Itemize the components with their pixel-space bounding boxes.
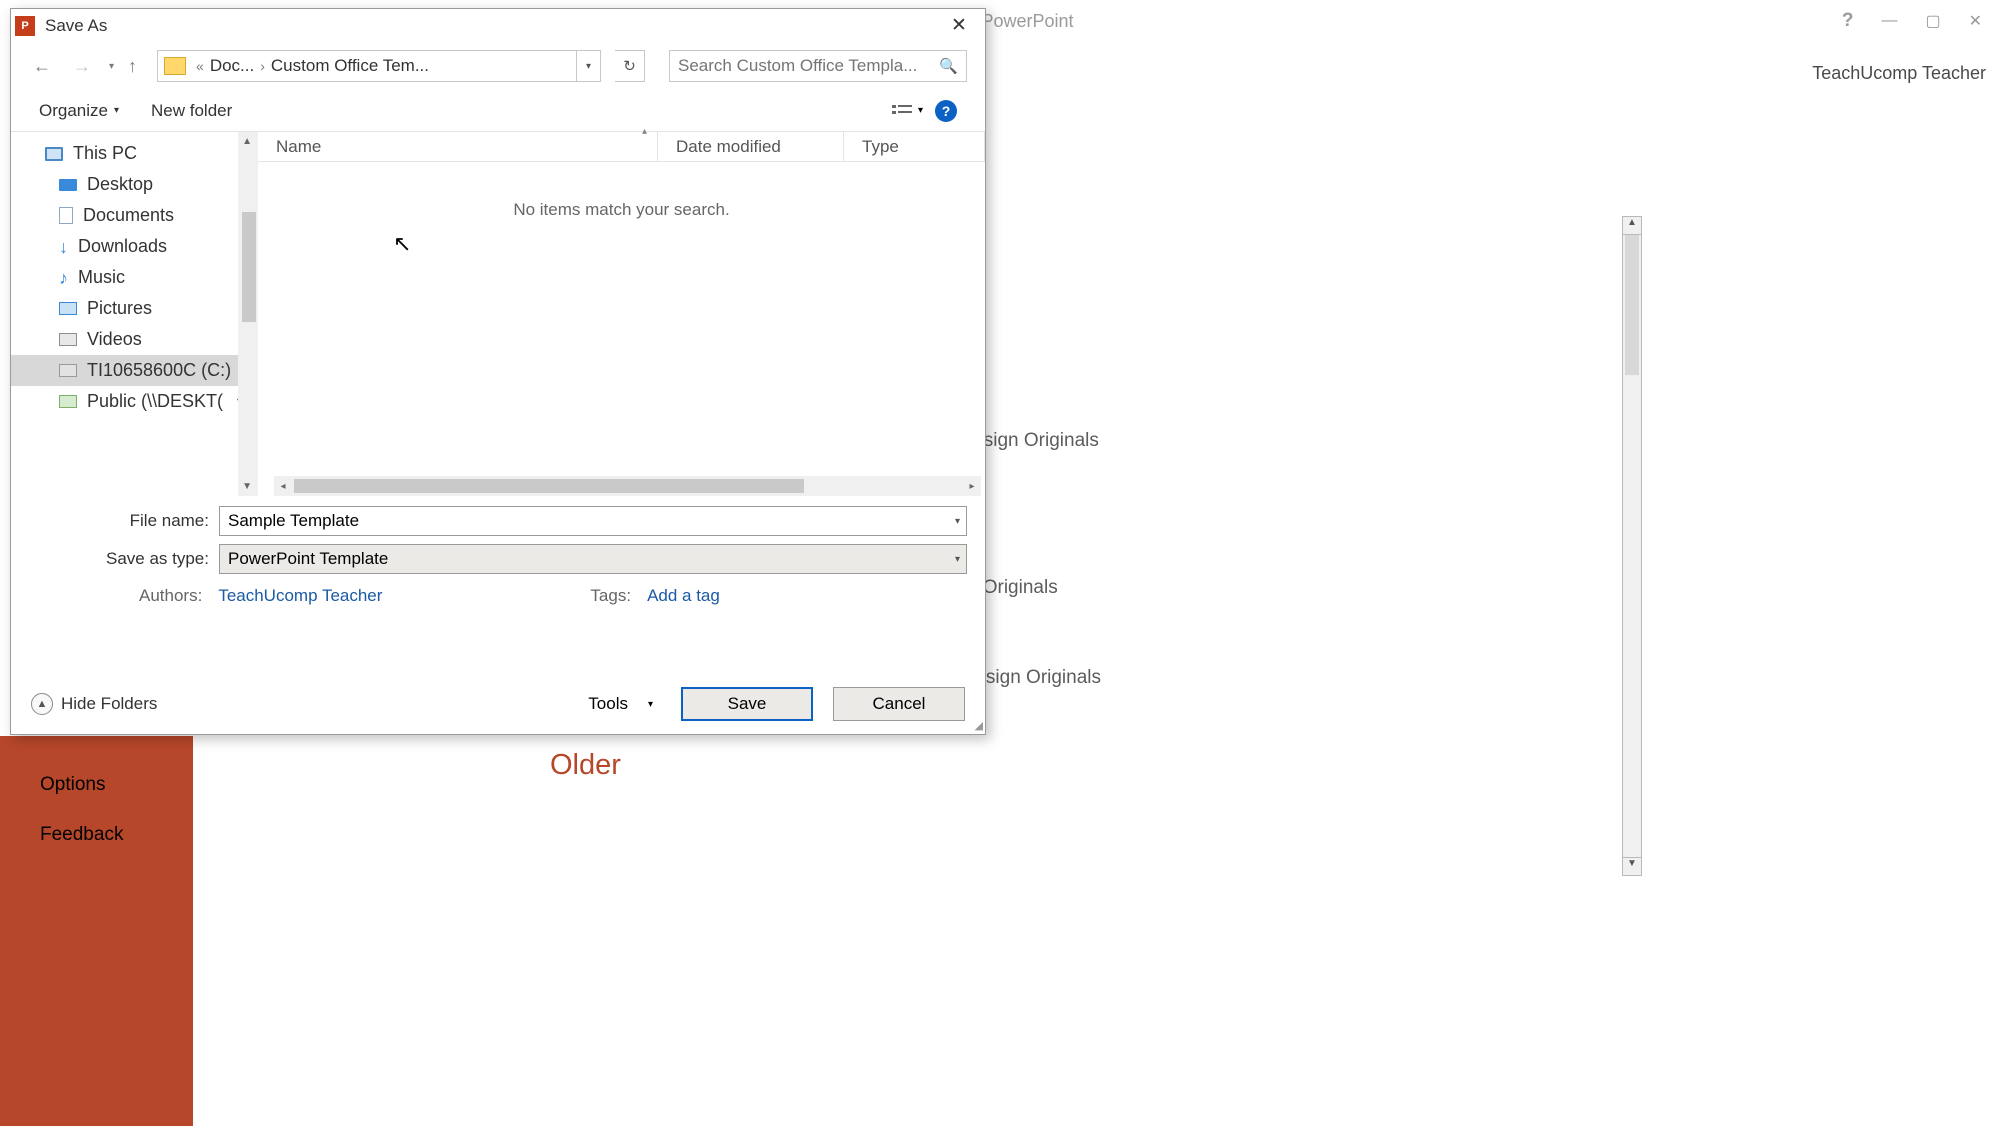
address-dropdown-icon[interactable]: ▾ bbox=[576, 51, 600, 81]
chevron-down-icon: ▾ bbox=[918, 105, 923, 116]
new-folder-button[interactable]: New folder bbox=[151, 101, 232, 121]
tree-item-videos[interactable]: Videos bbox=[11, 324, 258, 355]
tree-list: This PC Desktop Documents ↓Downloads ♪Mu… bbox=[11, 132, 258, 417]
file-name-field[interactable]: Sample Template▾ bbox=[219, 506, 967, 536]
tree-scrollbar[interactable]: ▲ ▼ bbox=[238, 132, 258, 496]
folder-icon bbox=[164, 57, 186, 75]
drive-icon bbox=[59, 364, 77, 377]
collapse-icon: ▲ bbox=[31, 693, 53, 715]
tree-item-documents[interactable]: Documents bbox=[11, 200, 258, 231]
address-bar[interactable]: « Doc... › Custom Office Tem... ▾ bbox=[157, 50, 601, 82]
dialog-body: ▲ ▼ This PC Desktop Documents ↓Downloads… bbox=[11, 132, 985, 496]
sidebar-item-options[interactable]: Options bbox=[0, 760, 193, 810]
file-list: Name▴ Date modified Type No items match … bbox=[258, 132, 985, 496]
organize-button[interactable]: Organize▾ bbox=[39, 101, 119, 121]
hide-folders-button[interactable]: ▲ Hide Folders bbox=[31, 693, 157, 715]
chevron-right-icon[interactable]: › bbox=[256, 58, 269, 74]
help-icon[interactable]: ? bbox=[1842, 10, 1854, 32]
empty-message: No items match your search. bbox=[258, 200, 985, 220]
tree-item-this-pc[interactable]: This PC bbox=[11, 138, 258, 169]
tools-button[interactable]: Tools▾ bbox=[588, 694, 661, 714]
dialog-title: Save As bbox=[45, 16, 107, 36]
column-type[interactable]: Type bbox=[844, 132, 985, 161]
backstage-sidebar: Options Feedback bbox=[0, 736, 193, 1126]
close-window-icon[interactable]: ✕ bbox=[1969, 11, 1982, 31]
network-drive-icon bbox=[59, 395, 77, 408]
chevron-down-icon[interactable]: ▾ bbox=[955, 554, 960, 565]
chevron-down-icon: ▾ bbox=[114, 105, 119, 116]
scroll-right-icon[interactable]: ▸ bbox=[963, 481, 981, 492]
column-name[interactable]: Name▴ bbox=[258, 132, 658, 161]
navigation-row: ← → ▾ ↑ « Doc... › Custom Office Tem... … bbox=[11, 42, 985, 90]
save-type-label: Save as type: bbox=[29, 549, 219, 569]
folder-tree: ▲ ▼ This PC Desktop Documents ↓Downloads… bbox=[11, 132, 258, 496]
save-type-field[interactable]: PowerPoint Template▾ bbox=[219, 544, 967, 574]
sort-asc-icon: ▴ bbox=[642, 126, 647, 137]
column-headers: Name▴ Date modified Type bbox=[258, 132, 985, 162]
view-mode-button[interactable]: ▾ bbox=[892, 103, 923, 119]
powerpoint-icon: P bbox=[15, 16, 35, 36]
authors-label: Authors: bbox=[139, 586, 208, 606]
downloads-icon: ↓ bbox=[59, 240, 68, 254]
search-icon[interactable]: 🔍 bbox=[939, 57, 958, 75]
help-icon[interactable]: ? bbox=[935, 100, 957, 122]
tree-item-desktop[interactable]: Desktop bbox=[11, 169, 258, 200]
documents-icon bbox=[59, 207, 73, 224]
maximize-icon[interactable]: ▢ bbox=[1925, 11, 1940, 31]
cancel-button[interactable]: Cancel bbox=[833, 687, 965, 721]
window-controls: ? — ▢ ✕ bbox=[1842, 10, 2000, 32]
vertical-scrollbar[interactable]: ▲ ▼ bbox=[1622, 216, 1642, 876]
scroll-down-icon[interactable]: ▼ bbox=[242, 481, 252, 492]
search-field[interactable]: 🔍 bbox=[669, 50, 967, 82]
tree-item-downloads[interactable]: ↓Downloads bbox=[11, 231, 258, 262]
save-as-dialog: P Save As ✕ ← → ▾ ↑ « Doc... › Custom Of… bbox=[10, 8, 986, 735]
file-name-label: File name: bbox=[29, 511, 219, 531]
account-name[interactable]: TeachUcomp Teacher bbox=[1812, 63, 1986, 84]
tree-item-drive-c[interactable]: TI10658600C (C:) bbox=[11, 355, 258, 386]
minimize-icon[interactable]: — bbox=[1881, 12, 1897, 30]
scroll-up-icon[interactable]: ▲ bbox=[1623, 217, 1641, 235]
older-heading: Older bbox=[550, 749, 621, 782]
resize-grip-icon[interactable]: ◢ bbox=[975, 719, 983, 732]
music-icon: ♪ bbox=[59, 271, 68, 285]
refresh-icon[interactable]: ↻ bbox=[615, 50, 645, 82]
h-scrollbar-thumb[interactable] bbox=[294, 479, 804, 493]
pictures-icon bbox=[59, 302, 77, 315]
column-date[interactable]: Date modified bbox=[658, 132, 844, 161]
tree-item-pictures[interactable]: Pictures bbox=[11, 293, 258, 324]
tags-label: Tags: bbox=[590, 586, 637, 606]
scroll-left-icon[interactable]: ◂ bbox=[274, 481, 292, 492]
tree-item-network[interactable]: Public (\\DESKT(▾ bbox=[11, 386, 258, 417]
chevron-left-icon[interactable]: « bbox=[192, 58, 208, 74]
forward-icon[interactable]: → bbox=[69, 54, 95, 79]
sidebar-item-feedback[interactable]: Feedback bbox=[0, 810, 193, 860]
videos-icon bbox=[59, 333, 77, 346]
save-button[interactable]: Save bbox=[681, 687, 813, 721]
pc-icon bbox=[45, 147, 63, 161]
scroll-up-icon[interactable]: ▲ bbox=[242, 136, 252, 147]
close-icon[interactable]: ✕ bbox=[937, 9, 981, 42]
history-dropdown-icon[interactable]: ▾ bbox=[109, 61, 114, 72]
scrollbar-thumb[interactable] bbox=[1625, 235, 1639, 375]
save-form: File name: Sample Template▾ Save as type… bbox=[11, 496, 985, 606]
dialog-footer: ▲ Hide Folders Tools▾ Save Cancel bbox=[11, 674, 985, 734]
authors-value[interactable]: TeachUcomp Teacher bbox=[218, 586, 382, 606]
breadcrumb-seg-1[interactable]: Doc... bbox=[208, 56, 256, 76]
horizontal-scrollbar[interactable]: ◂ ▸ bbox=[274, 476, 981, 496]
chevron-down-icon: ▾ bbox=[648, 699, 653, 710]
breadcrumb-seg-2[interactable]: Custom Office Tem... bbox=[269, 56, 431, 76]
scroll-down-icon[interactable]: ▼ bbox=[1623, 857, 1641, 875]
search-input[interactable] bbox=[678, 56, 939, 76]
tags-value[interactable]: Add a tag bbox=[647, 586, 720, 606]
chevron-down-icon[interactable]: ▾ bbox=[955, 516, 960, 527]
desktop-icon bbox=[59, 179, 77, 191]
dialog-titlebar[interactable]: P Save As ✕ bbox=[11, 9, 985, 42]
up-icon[interactable]: ↑ bbox=[128, 56, 137, 77]
toolbar: Organize▾ New folder ▾ ? bbox=[11, 90, 985, 132]
back-icon[interactable]: ← bbox=[29, 54, 55, 79]
tree-scrollbar-thumb[interactable] bbox=[242, 212, 256, 322]
tree-item-music[interactable]: ♪Music bbox=[11, 262, 258, 293]
